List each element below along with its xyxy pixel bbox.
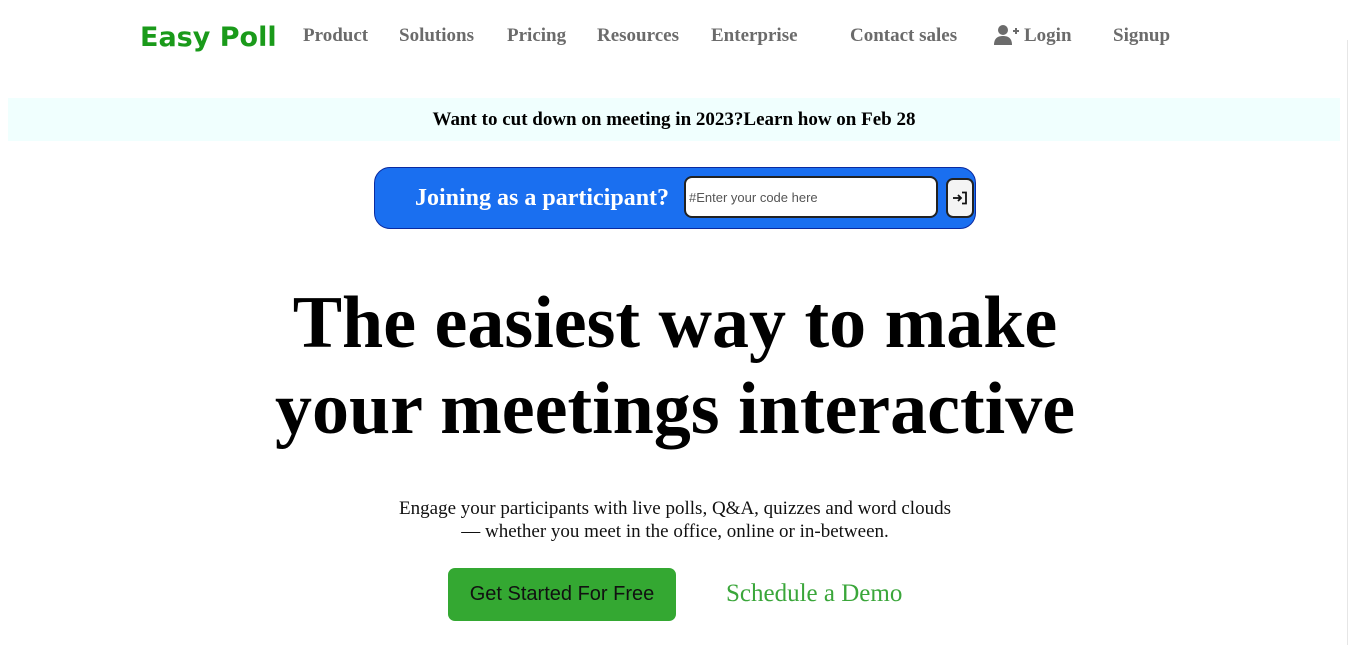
hero-title: The easiest way to make your meetings in… (0, 280, 1350, 452)
join-participant-bar: Joining as a participant? (374, 167, 976, 229)
nav-login-label: Login (1024, 25, 1072, 46)
nav-pricing[interactable]: Pricing (507, 24, 566, 48)
sign-in-arrow-icon (952, 191, 968, 205)
top-navigation: Easy Poll Product Solutions Pricing Reso… (0, 0, 1350, 72)
announcement-text[interactable]: Want to cut down on meeting in 2023?Lear… (433, 109, 916, 131)
nav-signup[interactable]: Signup (1113, 24, 1170, 48)
get-started-button[interactable]: Get Started For Free (448, 568, 676, 621)
nav-product[interactable]: Product (303, 24, 368, 48)
hero-subtitle-line2: — whether you meet in the office, online… (461, 521, 889, 542)
hero-subtitle: Engage your participants with live polls… (0, 497, 1350, 543)
announcement-banner: Want to cut down on meeting in 2023?Lear… (8, 98, 1340, 141)
join-label: Joining as a participant? (415, 185, 670, 211)
join-submit-button[interactable] (946, 178, 974, 218)
nav-solutions[interactable]: Solutions (399, 24, 474, 48)
nav-resources[interactable]: Resources (597, 24, 679, 48)
nav-enterprise[interactable]: Enterprise (711, 24, 798, 48)
hero-title-line2: your meetings interactive (274, 368, 1076, 450)
hero-subtitle-line1: Engage your participants with live polls… (399, 498, 951, 519)
schedule-demo-link[interactable]: Schedule a Demo (726, 579, 902, 609)
hero-title-line1: The easiest way to make (292, 282, 1058, 364)
code-input[interactable] (684, 176, 938, 218)
brand-logo[interactable]: Easy Poll (140, 18, 277, 58)
user-plus-icon (994, 24, 1020, 46)
nav-contact-sales[interactable]: Contact sales (850, 24, 957, 48)
nav-login[interactable]: Login (994, 24, 1072, 48)
